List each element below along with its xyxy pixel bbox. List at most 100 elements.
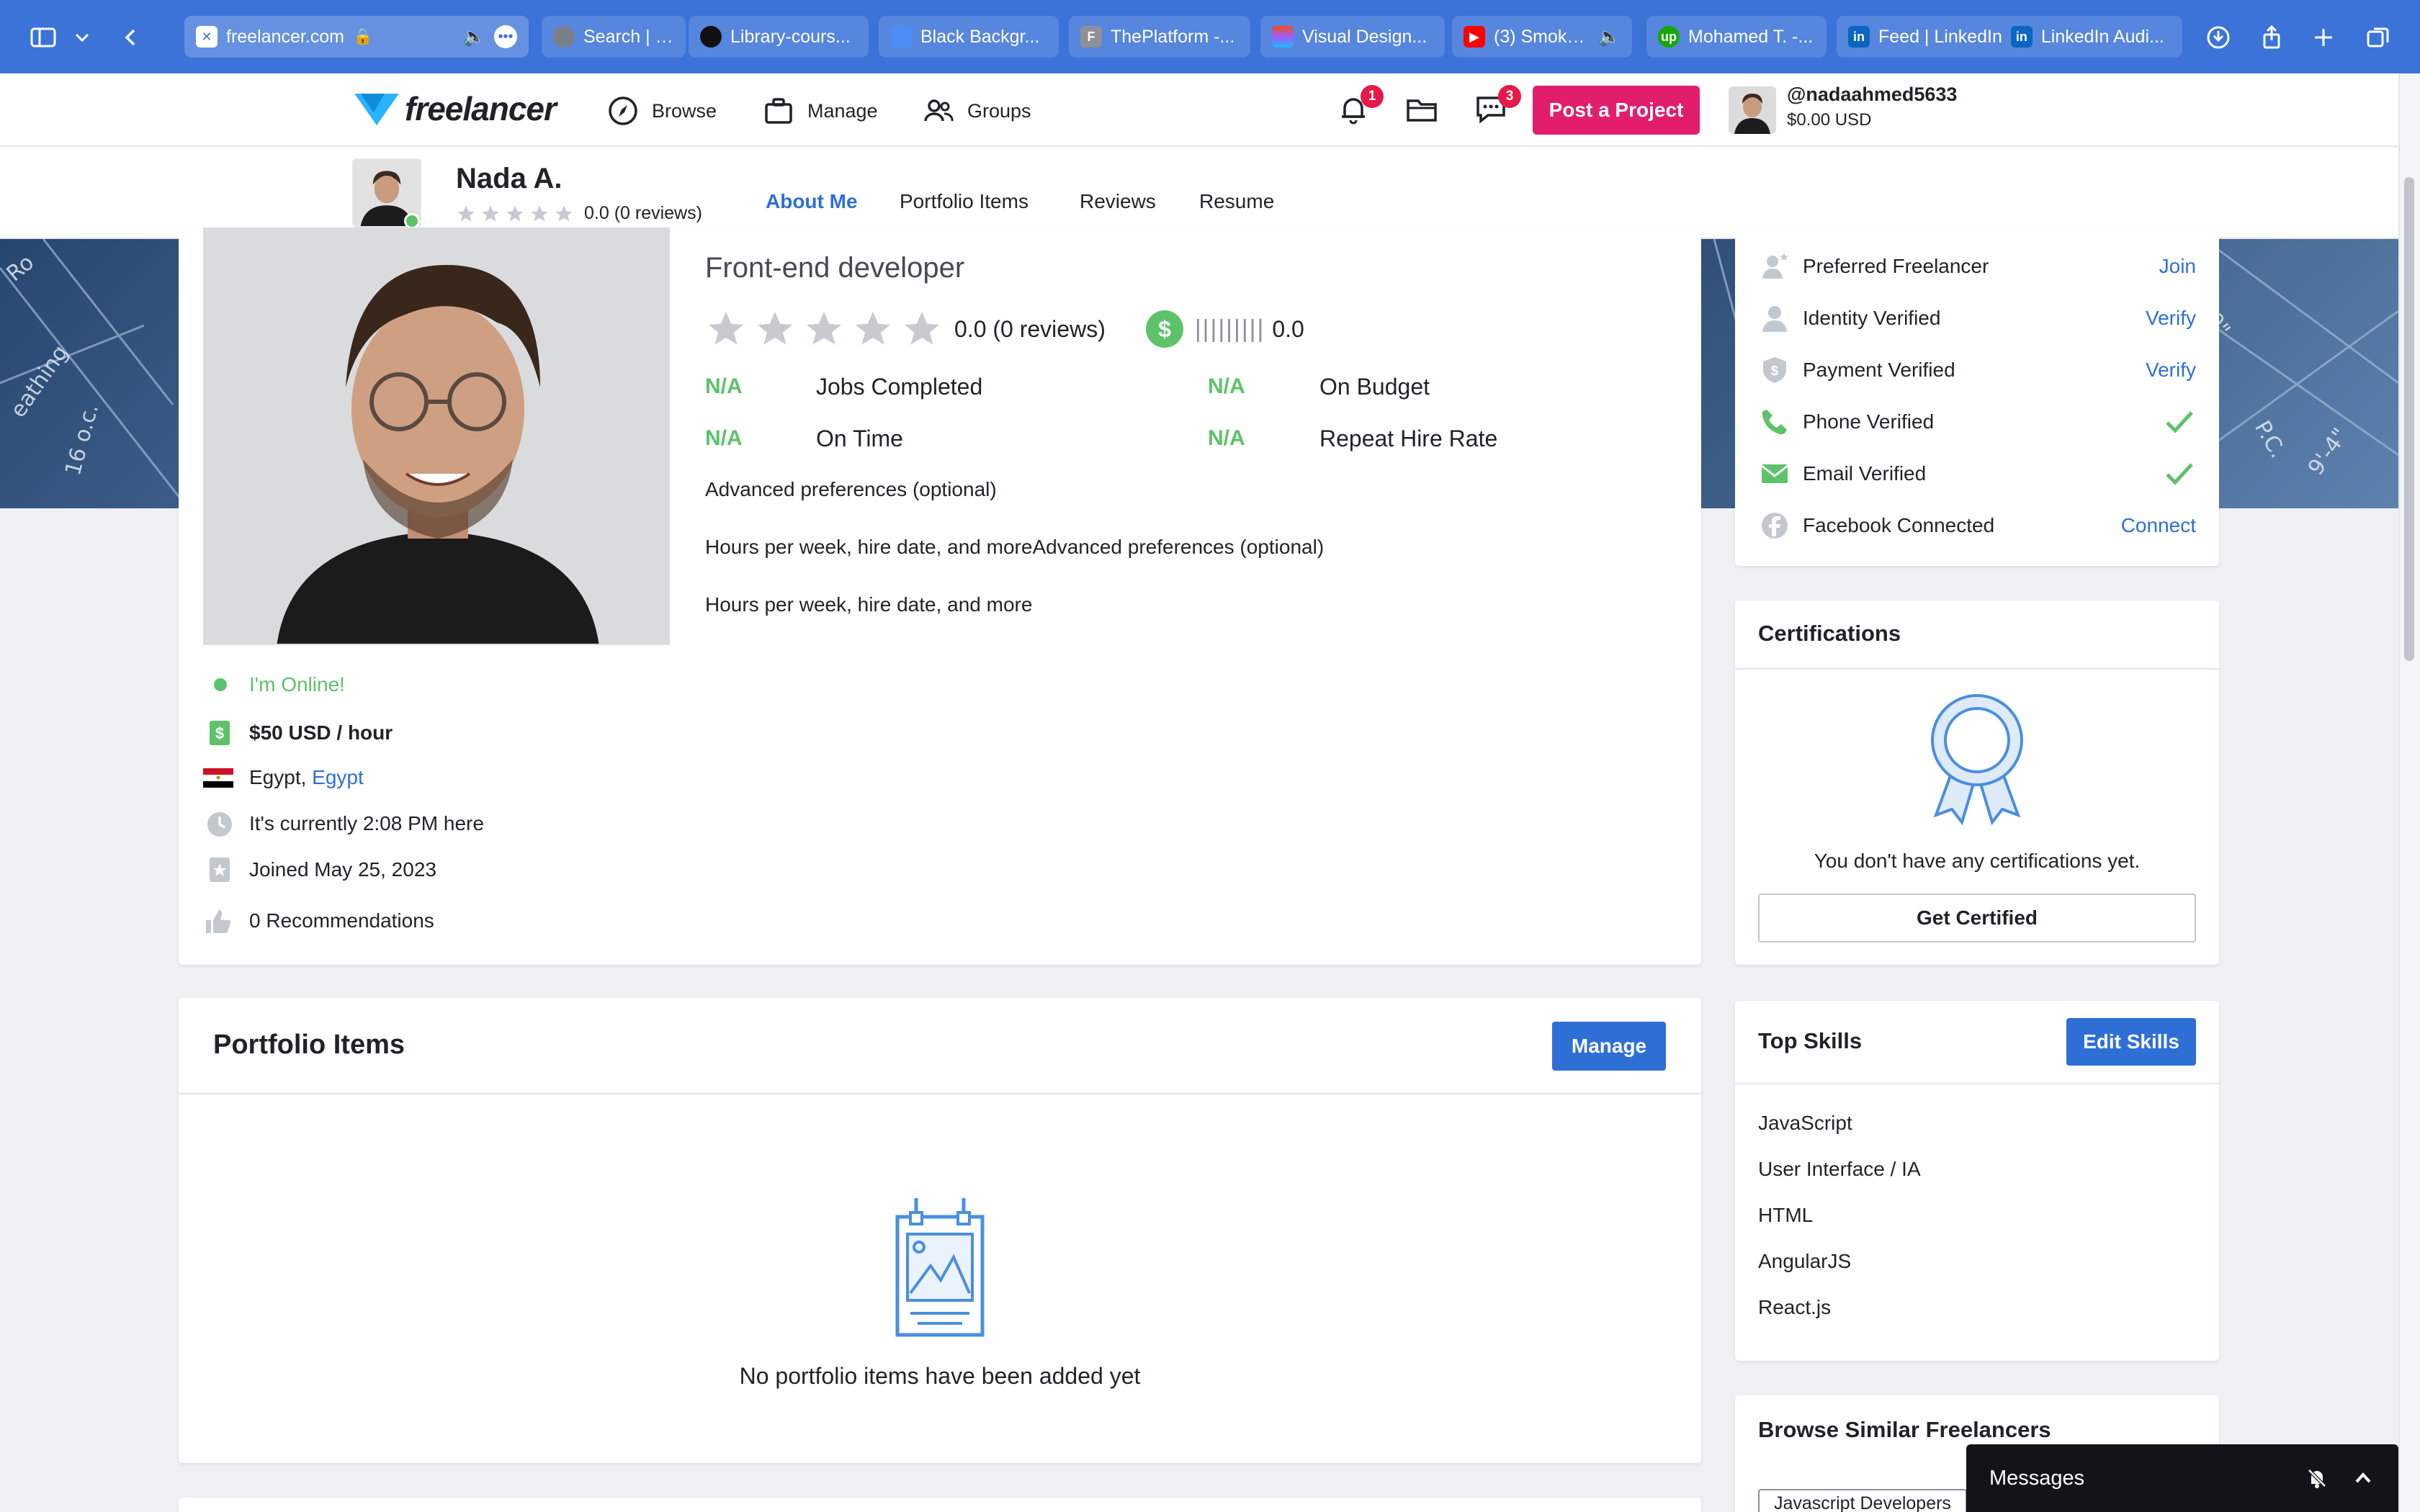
tab-portfolio-items[interactable]: Portfolio Items xyxy=(900,190,1028,213)
nav-manage[interactable]: Manage xyxy=(763,95,878,127)
earnings-dollar-icon: $ xyxy=(1145,310,1183,348)
scrollbar-thumb[interactable] xyxy=(2404,177,2414,661)
skill-item[interactable]: User Interface / IA xyxy=(1758,1158,1921,1181)
star-icon xyxy=(855,311,891,345)
user-menu[interactable]: @nadaahmed5633 $0.00 USD xyxy=(1787,84,1957,130)
certification-ribbon-icon xyxy=(1931,694,2023,825)
edit-skills-button[interactable]: Edit Skills xyxy=(2066,1018,2196,1066)
nav-browse-label: Browse xyxy=(652,99,717,122)
advanced-preferences-text: Hours per week, hire date, and moreAdvan… xyxy=(705,536,1325,558)
location-country-link[interactable]: Egypt xyxy=(312,766,364,788)
freelancer-bird-icon xyxy=(354,94,399,126)
skill-item[interactable]: JavaScript xyxy=(1758,1112,1852,1135)
logo-text: freelancer xyxy=(405,90,557,127)
new-tab-icon[interactable] xyxy=(2306,20,2341,55)
tab-about-me[interactable]: About Me xyxy=(766,190,858,213)
tab-upwork[interactable]: up Mohamed T. -... xyxy=(1646,16,1827,58)
preferred-freelancer-icon xyxy=(1762,253,1788,279)
tab-github[interactable]: Library-cours... xyxy=(689,16,869,58)
nav-browse[interactable]: Browse xyxy=(607,95,717,127)
tab-reviews[interactable]: Reviews xyxy=(1080,190,1156,213)
profile-photo xyxy=(203,228,670,645)
email-icon xyxy=(1761,464,1788,483)
share-icon[interactable] xyxy=(2254,20,2289,55)
connect-facebook-link[interactable]: Connect xyxy=(2121,514,2196,537)
verification-label: Identity Verified xyxy=(1803,307,1941,329)
svg-text:9'-4": 9'-4" xyxy=(2303,423,2353,480)
svg-text:P.C.: P.C. xyxy=(2249,417,2290,463)
tab-black-background[interactable]: Black Backgr... xyxy=(879,16,1059,58)
chevron-down-icon[interactable] xyxy=(65,20,99,55)
clock-icon xyxy=(207,812,232,837)
chevron-up-icon[interactable] xyxy=(2351,1466,2375,1490)
join-preferred-link[interactable]: Join xyxy=(2159,255,2196,278)
more-icon[interactable]: ••• xyxy=(494,25,517,48)
messages-badge: 3 xyxy=(1498,85,1521,108)
star-icon xyxy=(457,204,475,221)
similar-skill-chip[interactable]: Javascript Developers xyxy=(1758,1489,1967,1512)
money-icon: $ xyxy=(210,721,230,745)
payment-shield-icon: $ xyxy=(1763,357,1786,383)
skills-divider xyxy=(1735,1083,2219,1084)
sidebar-toggle-icon[interactable] xyxy=(26,20,60,55)
tab-theplatform[interactable]: F ThePlatform -... xyxy=(1069,16,1250,58)
site-header: freelancer Browse Manage Groups 1 3 xyxy=(0,73,2398,147)
post-project-button[interactable]: Post a Project xyxy=(1533,86,1700,135)
skill-item[interactable]: React.js xyxy=(1758,1296,1831,1319)
thumbs-up-icon xyxy=(206,910,231,933)
image-favicon-icon xyxy=(890,26,912,48)
subheader-rating-text: 0.0 (0 reviews) xyxy=(584,203,702,223)
verify-payment-link[interactable]: Verify xyxy=(2146,359,2196,382)
tab-overview-icon[interactable] xyxy=(2361,20,2396,55)
download-icon[interactable] xyxy=(2201,20,2236,55)
subheader-rating: 0.0 (0 reviews) xyxy=(456,203,702,224)
star-icon xyxy=(708,311,744,345)
tab-freelancer[interactable]: ✕ freelancer.com 🔒 🔈 ••• xyxy=(184,16,529,58)
bell-mute-icon[interactable] xyxy=(2305,1466,2329,1490)
speaker-icon[interactable]: 🔈 xyxy=(1598,27,1621,48)
tab-unsplash[interactable]: Search | unD xyxy=(542,16,686,58)
back-icon[interactable] xyxy=(114,20,148,55)
messages-dock[interactable]: Messages xyxy=(1966,1444,2398,1512)
tab-linkedin-group[interactable]: in Feed | LinkedIn in LinkedIn Audi... xyxy=(1837,16,2182,58)
projects-folder[interactable] xyxy=(1404,92,1442,130)
hours-per-week-text: Hours per week, hire date, and more xyxy=(705,593,1033,616)
user-avatar[interactable] xyxy=(1729,86,1776,134)
on-time-value: N/A xyxy=(705,426,743,450)
online-status-dot xyxy=(404,213,420,229)
tab-figma[interactable]: Visual Design... xyxy=(1260,16,1445,58)
skill-item[interactable]: AngularJS xyxy=(1758,1250,1851,1273)
notifications-bell[interactable]: 1 xyxy=(1336,85,1384,130)
tab-youtube[interactable]: ▶ (3) Smoke... 🔈 xyxy=(1452,16,1632,58)
tab-resume[interactable]: Resume xyxy=(1199,190,1274,213)
compass-icon xyxy=(609,96,637,125)
on-budget-label: On Budget xyxy=(1319,374,1430,400)
linkedin-favicon-icon: in xyxy=(2010,26,2033,48)
freelancer-logo[interactable]: freelancer xyxy=(353,84,557,134)
get-certified-button[interactable]: Get Certified xyxy=(1758,894,2196,942)
next-section-card xyxy=(179,1498,1701,1512)
speaker-icon[interactable]: 🔈 xyxy=(463,27,485,48)
messages-button[interactable]: 3 xyxy=(1474,85,1521,130)
nav-groups[interactable]: Groups xyxy=(923,95,1031,127)
profile-subheader: Nada A. 0.0 (0 reviews) About Me Portfol… xyxy=(0,147,2398,239)
svg-text:$: $ xyxy=(215,724,224,742)
jobs-completed-label: Jobs Completed xyxy=(816,374,983,400)
verification-label: Email Verified xyxy=(1803,462,1927,485)
location: Egypt, Egypt xyxy=(203,762,364,793)
facebook-icon xyxy=(1762,513,1788,539)
svg-text:$: $ xyxy=(1158,316,1171,342)
checkmark-icon xyxy=(2166,411,2193,433)
tab-label: (3) Smoke... xyxy=(1494,26,1590,47)
portfolio-title: Portfolio Items xyxy=(213,1030,405,1060)
egypt-flag-icon xyxy=(203,768,233,788)
profile-headline: Front-end developer xyxy=(705,252,965,284)
verify-identity-link[interactable]: Verify xyxy=(2146,307,2196,330)
portfolio-manage-button[interactable]: Manage xyxy=(1552,1022,1666,1071)
verification-preferred-freelancer: Preferred Freelancer Join xyxy=(1760,252,2196,281)
tab-label: Search | unD xyxy=(583,26,674,47)
star-icon xyxy=(806,311,842,345)
star-icon xyxy=(482,204,499,221)
skill-item[interactable]: HTML xyxy=(1758,1204,1813,1227)
phone-icon xyxy=(1762,410,1787,435)
